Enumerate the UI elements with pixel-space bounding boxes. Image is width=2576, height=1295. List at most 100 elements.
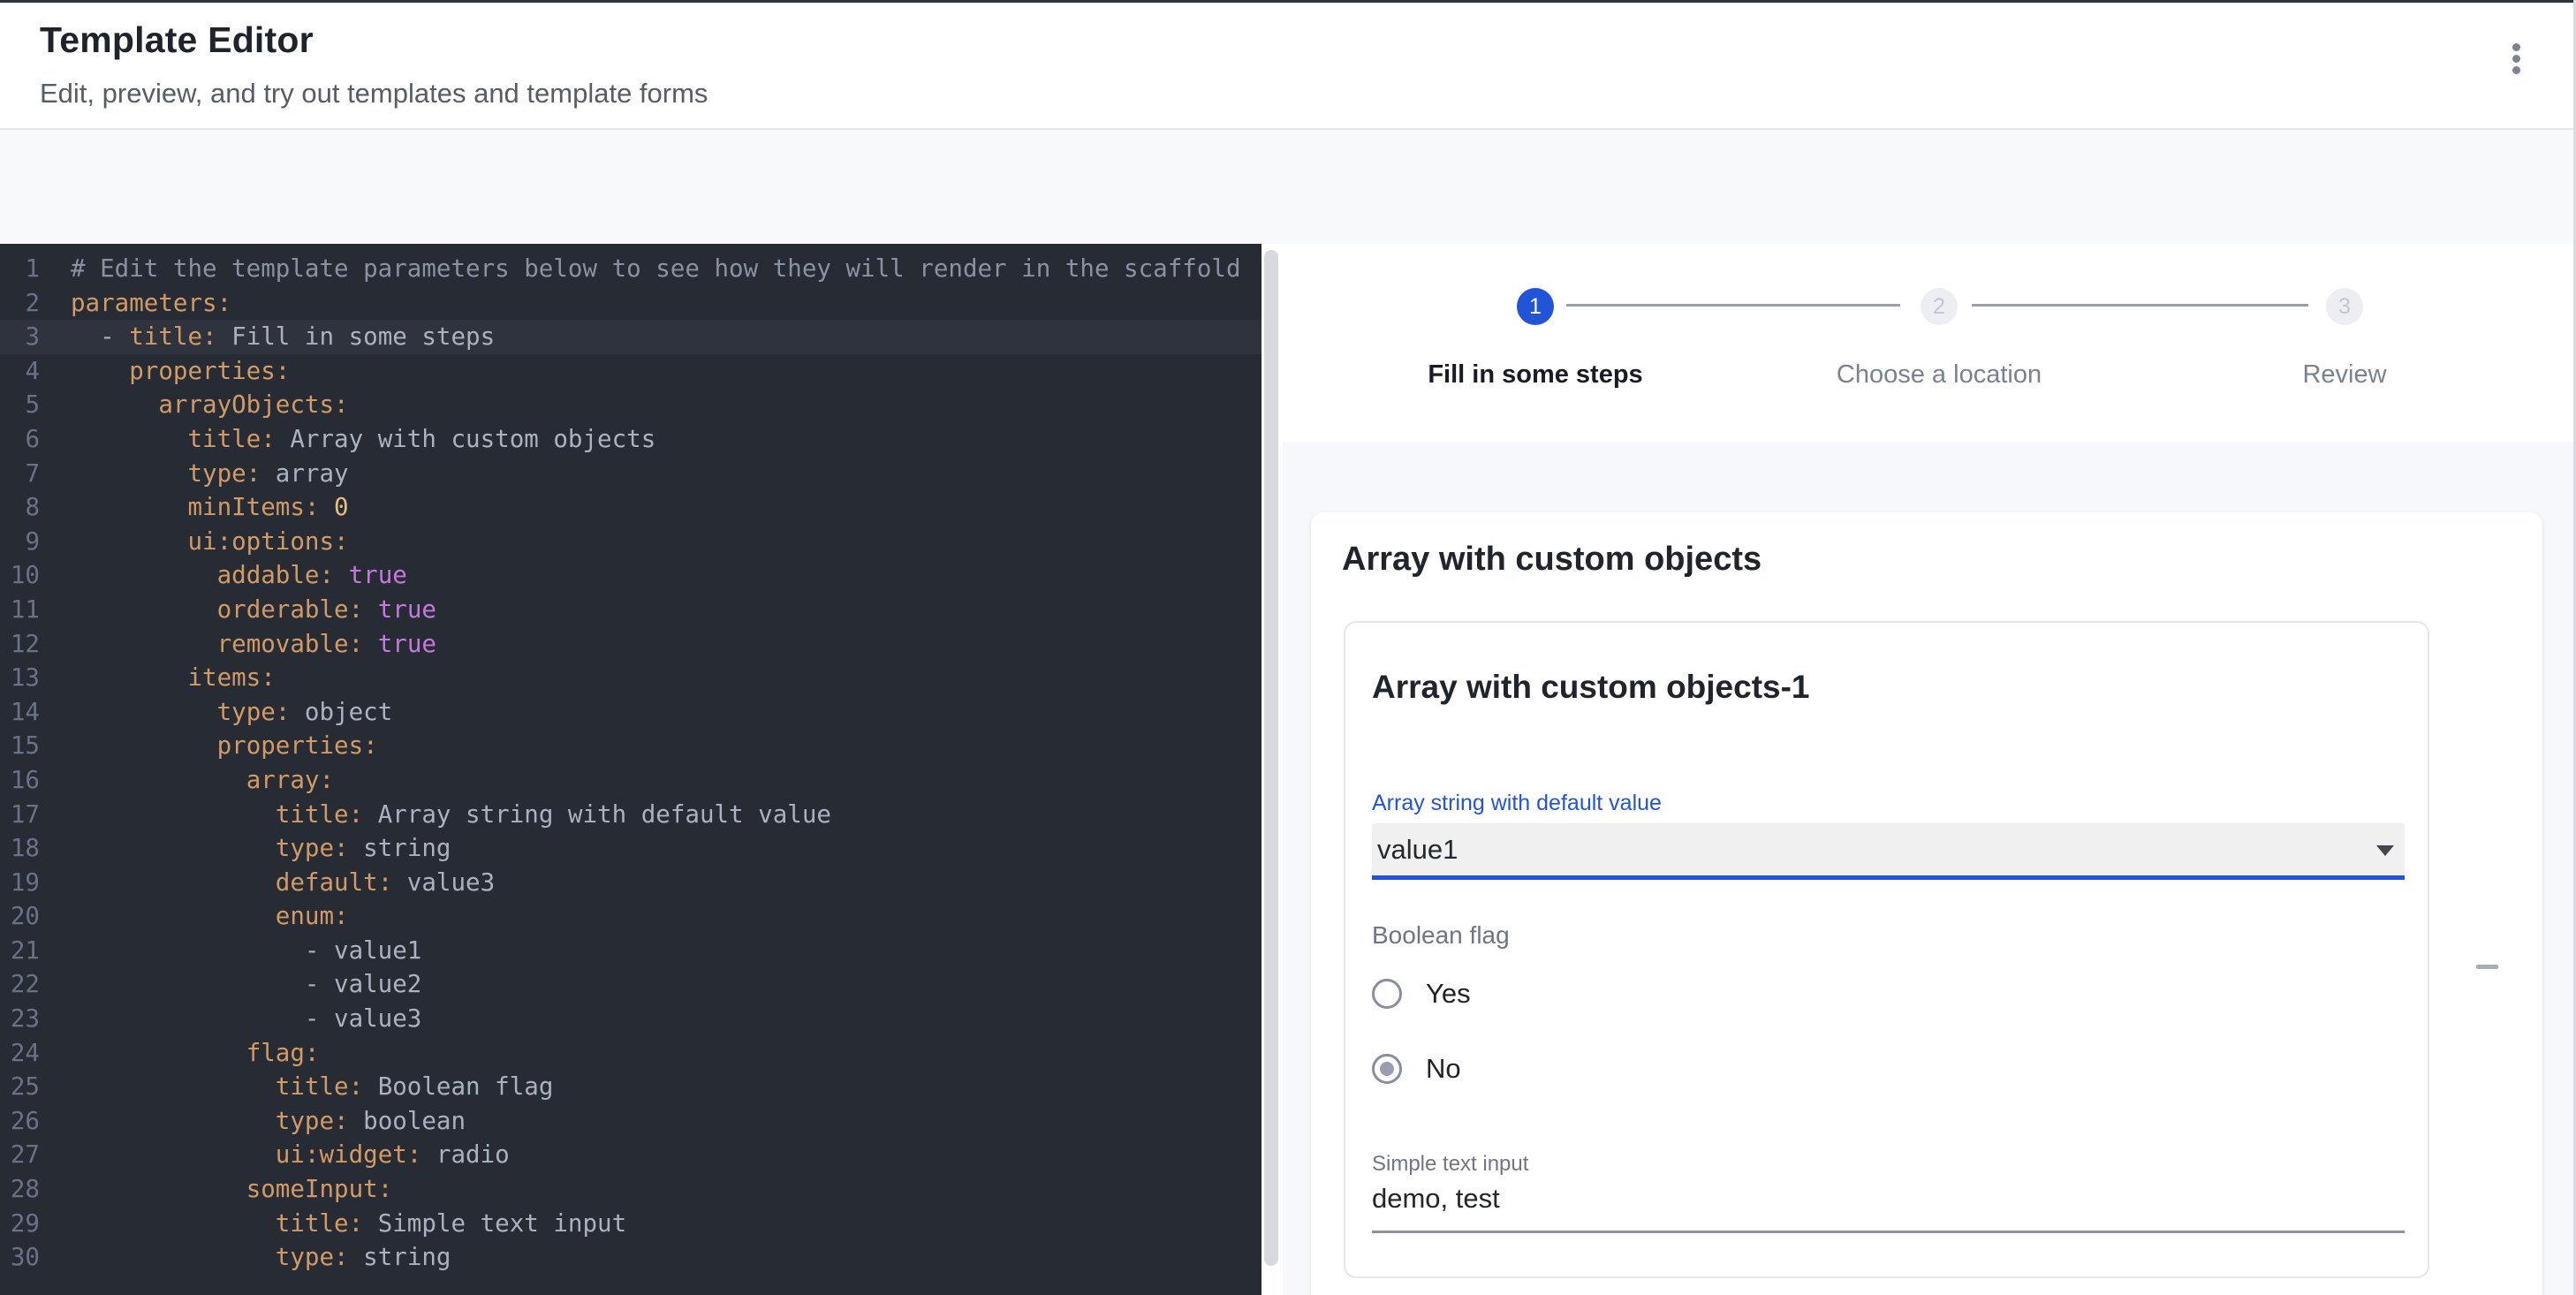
yaml-code-editor[interactable]: 1# Edit the template parameters below to… <box>0 244 1261 1295</box>
editor-line-22[interactable]: 22 - value2 <box>0 967 1261 1002</box>
editor-line-9[interactable]: 9 ui:options: <box>0 525 1261 559</box>
editor-line-8[interactable]: 8 minItems: 0 <box>0 490 1261 525</box>
line-number: 3 <box>0 320 40 354</box>
line-number: 4 <box>0 354 40 389</box>
editor-line-11[interactable]: 11 orderable: true <box>0 593 1261 627</box>
code-text: title: Array string with default value <box>71 798 831 832</box>
line-number: 21 <box>0 934 40 968</box>
stepper-connector <box>1972 304 2308 307</box>
editor-line-18[interactable]: 18 type: string <box>0 831 1261 866</box>
line-number: 15 <box>0 729 40 763</box>
line-number: 18 <box>0 831 40 866</box>
line-number: 14 <box>0 695 40 730</box>
line-number: 20 <box>0 899 40 934</box>
text-field-value[interactable]: demo, test <box>1372 1183 1500 1215</box>
step-circle-2[interactable]: 2 <box>1921 288 1958 325</box>
editor-line-19[interactable]: 19 default: value3 <box>0 866 1261 900</box>
code-text: array: <box>71 763 334 798</box>
editor-line-27[interactable]: 27 ui:widget: radio <box>0 1138 1261 1172</box>
editor-line-1[interactable]: 1# Edit the template parameters below to… <box>0 252 1261 286</box>
editor-scrollbar-thumb[interactable] <box>1264 250 1278 1266</box>
array-item-card: Array with custom objects-1 Array string… <box>1344 621 2429 1278</box>
editor-line-17[interactable]: 17 title: Array string with default valu… <box>0 798 1261 832</box>
code-text: type: string <box>71 831 451 866</box>
code-text: - value2 <box>71 967 421 1002</box>
line-number: 17 <box>0 798 40 832</box>
select-value: value1 <box>1377 823 1458 875</box>
form-preview-card: Array with custom objects Array with cus… <box>1311 512 2542 1295</box>
template-editor-app: Template Editor Edit, preview, and try o… <box>0 0 2576 1295</box>
editor-line-7[interactable]: 7 type: array <box>0 457 1261 491</box>
line-number: 2 <box>0 286 40 321</box>
editor-line-14[interactable]: 14 type: object <box>0 695 1261 730</box>
page-title: Template Editor <box>40 19 314 61</box>
line-number: 26 <box>0 1104 40 1139</box>
code-text: title: Array with custom objects <box>71 422 655 457</box>
page-subtitle: Edit, preview, and try out templates and… <box>40 78 708 110</box>
array-string-select[interactable]: value1 <box>1372 823 2405 880</box>
step-label-3: Review <box>2302 360 2386 390</box>
editor-line-26[interactable]: 26 type: boolean <box>0 1104 1261 1139</box>
code-text: ui:options: <box>71 525 349 559</box>
code-text: someInput: <box>71 1172 392 1207</box>
line-number: 9 <box>0 525 40 559</box>
radio-option-yes[interactable]: Yes <box>1372 979 1471 1009</box>
editor-line-24[interactable]: 24 flag: <box>0 1036 1261 1071</box>
code-text: flag: <box>71 1036 319 1071</box>
editor-line-20[interactable]: 20 enum: <box>0 899 1261 934</box>
editor-line-12[interactable]: 12 removable: true <box>0 627 1261 662</box>
editor-line-16[interactable]: 16 array: <box>0 763 1261 798</box>
remove-array-item-button[interactable] <box>2466 945 2508 988</box>
code-text: # Edit the template parameters below to … <box>71 252 1241 286</box>
editor-line-30[interactable]: 30 type: string <box>0 1240 1261 1275</box>
editor-line-28[interactable]: 28 someInput: <box>0 1172 1261 1207</box>
line-number: 11 <box>0 593 40 627</box>
step-label-2: Choose a location <box>1837 360 2042 390</box>
line-number: 5 <box>0 388 40 422</box>
radio-option-label: No <box>1426 1053 1461 1085</box>
code-text: type: array <box>71 457 349 491</box>
editor-line-6[interactable]: 6 title: Array with custom objects <box>0 422 1261 457</box>
radio-option-no[interactable]: No <box>1372 1054 1471 1084</box>
code-text: title: Simple text input <box>71 1207 626 1241</box>
radio-option-label: Yes <box>1426 978 1471 1010</box>
code-text: title: Boolean flag <box>71 1070 553 1104</box>
line-number: 22 <box>0 967 40 1002</box>
step-label-1: Fill in some steps <box>1428 360 1642 390</box>
editor-line-4[interactable]: 4 properties: <box>0 354 1261 389</box>
editor-line-15[interactable]: 15 properties: <box>0 729 1261 763</box>
line-number: 27 <box>0 1138 40 1172</box>
radio-group-label: Boolean flag <box>1372 921 1510 950</box>
editor-line-23[interactable]: 23 - value3 <box>0 1002 1261 1036</box>
line-number: 25 <box>0 1070 40 1104</box>
editor-line-29[interactable]: 29 title: Simple text input <box>0 1207 1261 1241</box>
minus-icon <box>2476 965 2498 969</box>
line-number: 12 <box>0 627 40 662</box>
code-text: minItems: 0 <box>71 490 349 525</box>
editor-line-5[interactable]: 5 arrayObjects: <box>0 388 1261 422</box>
radio-unchecked-icon[interactable] <box>1372 979 1402 1009</box>
select-caret-icon <box>2376 845 2394 856</box>
line-number: 24 <box>0 1036 40 1071</box>
editor-line-2[interactable]: 2parameters: <box>0 286 1261 321</box>
editor-line-3[interactable]: 3 - title: Fill in some steps <box>0 320 1261 354</box>
kebab-menu-icon <box>2512 43 2520 51</box>
editor-line-10[interactable]: 10 addable: true <box>0 558 1261 593</box>
editor-line-21[interactable]: 21 - value1 <box>0 934 1261 968</box>
code-text: default: value3 <box>71 866 495 900</box>
step-circle-1[interactable]: 1 <box>1517 288 1554 325</box>
line-number: 28 <box>0 1172 40 1207</box>
code-text: items: <box>71 661 276 695</box>
code-text: type: object <box>71 695 392 730</box>
code-text: - title: Fill in some steps <box>71 320 495 354</box>
code-text: type: string <box>71 1240 451 1275</box>
text-field-label: Simple text input <box>1372 1152 1528 1177</box>
line-number: 10 <box>0 558 40 593</box>
editor-line-13[interactable]: 13 items: <box>0 661 1261 695</box>
line-number: 7 <box>0 457 40 491</box>
radio-checked-icon[interactable] <box>1372 1054 1402 1084</box>
more-options-button[interactable] <box>2493 34 2539 83</box>
step-circle-3[interactable]: 3 <box>2326 288 2363 325</box>
editor-line-25[interactable]: 25 title: Boolean flag <box>0 1070 1261 1104</box>
load-template-section: Load Existing Template <box>0 130 2573 244</box>
